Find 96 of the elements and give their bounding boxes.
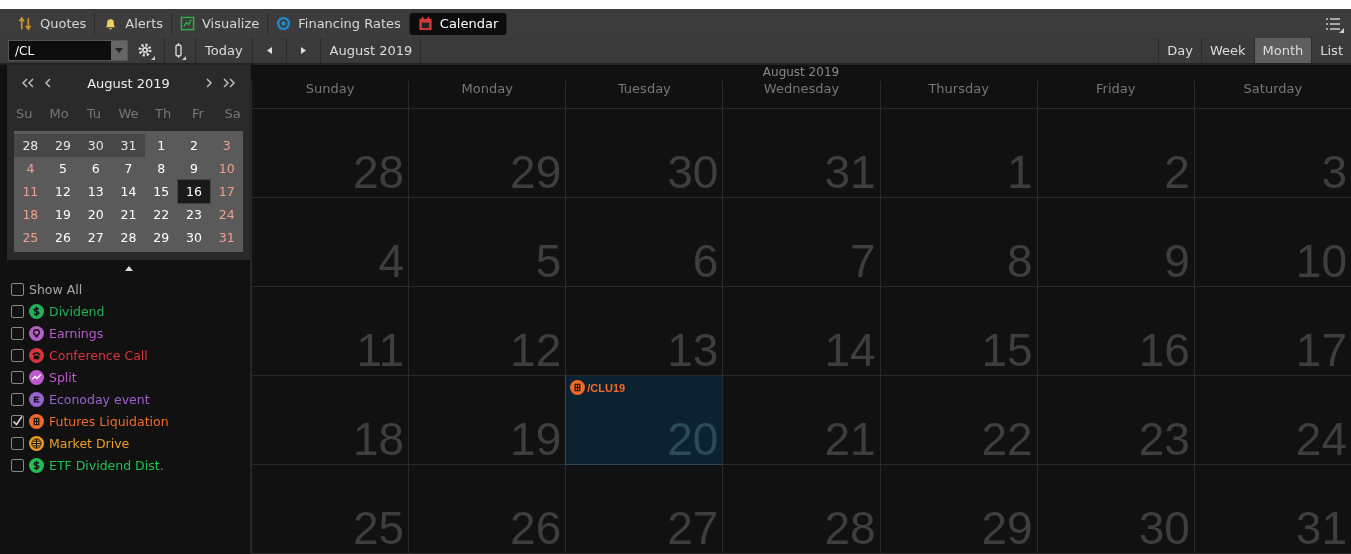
link-icon: [174, 41, 186, 60]
weekday-header: Thursday: [879, 81, 1037, 108]
day-cell[interactable]: 17: [210, 180, 243, 203]
view-tab[interactable]: Week: [1200, 38, 1254, 63]
view-tab[interactable]: List: [1311, 38, 1351, 63]
day-cell[interactable]: 31: [210, 226, 243, 249]
day-cell[interactable]: 28: [14, 134, 47, 157]
filter-label[interactable]: Dividend: [49, 303, 105, 319]
double-chevron-left-icon[interactable]: [21, 78, 35, 88]
day-cell[interactable]: 23: [177, 203, 211, 226]
weekday-label: Su: [15, 105, 34, 121]
day-cell[interactable]: 10: [210, 157, 243, 180]
day-cell[interactable]: 5: [46, 157, 80, 180]
day-cell[interactable]: 27: [79, 226, 113, 249]
tab[interactable]: Visualize: [172, 12, 269, 35]
weekday-label: We: [117, 105, 140, 121]
weekday-label: Sa: [223, 105, 242, 121]
day-cell[interactable]: 21: [112, 203, 145, 226]
day-cell[interactable]: 16: [177, 180, 211, 203]
weekday-label: Tu: [85, 105, 102, 121]
day-cell[interactable]: 12: [46, 180, 80, 203]
weekday-label: Th: [154, 105, 173, 121]
view-tab[interactable]: Month: [1253, 38, 1312, 63]
day-cell[interactable]: 28: [112, 226, 145, 249]
weekday-header: Monday: [408, 81, 566, 108]
collapse-icon[interactable]: [124, 265, 133, 271]
month-title: August 2019: [761, 65, 841, 81]
checkbox[interactable]: [11, 392, 24, 406]
calendar-icon: [417, 16, 433, 31]
checkbox[interactable]: [11, 326, 24, 340]
day-cell[interactable]: 4: [14, 157, 47, 180]
day-cell[interactable]: 6: [79, 157, 113, 180]
day-cell[interactable]: 26: [46, 226, 80, 249]
tab[interactable]: Quotes: [10, 12, 96, 35]
day-cell[interactable]: 29: [144, 226, 178, 249]
gear-icon: [137, 41, 155, 60]
period-dropdown[interactable]: August 2019: [320, 38, 421, 63]
left-triangle-icon: [266, 47, 272, 54]
filter-label[interactable]: Econoday event: [49, 391, 150, 407]
filter-label[interactable]: Split: [49, 369, 77, 385]
month-title[interactable]: August 2019: [57, 75, 200, 91]
day-cell[interactable]: 8: [144, 157, 178, 180]
double-chevron-right-icon[interactable]: [222, 78, 236, 88]
weekday-header: Friday: [1036, 81, 1194, 108]
day-cell[interactable]: 18: [14, 203, 47, 226]
day-cell[interactable]: 11: [14, 180, 47, 203]
filter-label[interactable]: Earnings: [49, 325, 104, 341]
dropdown-icon: [115, 48, 123, 53]
day-cell[interactable]: 1: [144, 134, 178, 157]
day-cell[interactable]: 22: [144, 203, 178, 226]
chart-icon: [180, 16, 195, 31]
day-cell[interactable]: 2: [177, 134, 211, 157]
up-down-arrows-icon: [18, 16, 33, 31]
weekday-header: Wednesday: [722, 81, 880, 108]
weekday-label: Fr: [190, 105, 205, 121]
day-cell[interactable]: 25: [14, 226, 47, 249]
weekday-header: Tuesday: [565, 81, 723, 108]
checkbox[interactable]: [11, 348, 24, 362]
event-label[interactable]: /CLU19: [587, 381, 626, 394]
ring-icon: [276, 16, 292, 31]
day-cell[interactable]: 19: [46, 203, 80, 226]
day-cell[interactable]: 24: [210, 203, 243, 226]
symbol-field[interactable]: /CL: [8, 40, 128, 61]
weekday-header: Saturday: [1193, 81, 1351, 108]
filter-label[interactable]: Conference Call: [49, 347, 148, 363]
tab[interactable]: Calendar: [409, 12, 508, 35]
day-cell[interactable]: 3: [210, 134, 243, 157]
day-cell[interactable]: 7: [112, 157, 145, 180]
tab[interactable]: Financing Rates: [268, 12, 410, 35]
checkbox[interactable]: [11, 282, 24, 296]
day-cell[interactable]: 14: [112, 180, 145, 203]
tab[interactable]: Alerts: [95, 12, 172, 35]
filter-label[interactable]: Futures Liquidation: [49, 413, 169, 429]
chevron-right-icon[interactable]: [204, 78, 214, 88]
filter-label[interactable]: Show All: [29, 281, 83, 297]
weekday-header: Sunday: [251, 81, 409, 108]
filter-label[interactable]: Market Drive: [49, 435, 130, 451]
right-triangle-icon: [300, 47, 306, 54]
day-cell[interactable]: 13: [79, 180, 113, 203]
checkbox[interactable]: [11, 436, 24, 450]
checkbox[interactable]: [11, 304, 24, 318]
filter-label[interactable]: ETF Dividend Dist.: [49, 457, 164, 473]
checkbox[interactable]: [11, 414, 24, 428]
day-cell[interactable]: 30: [177, 226, 211, 249]
day-cell[interactable]: 15: [144, 180, 178, 203]
day-cell[interactable]: 31: [112, 134, 145, 157]
weekday-label: Mo: [48, 105, 70, 121]
checkbox[interactable]: [11, 370, 24, 384]
checkbox[interactable]: [11, 458, 24, 472]
day-cell[interactable]: 9: [177, 157, 211, 180]
view-tab[interactable]: Day: [1158, 38, 1201, 63]
day-cell[interactable]: 29: [46, 134, 80, 157]
today-button[interactable]: Today: [196, 38, 253, 63]
day-cell[interactable]: 30: [79, 134, 113, 157]
day-cell[interactable]: 20: [79, 203, 113, 226]
chevron-left-icon[interactable]: [43, 78, 53, 88]
